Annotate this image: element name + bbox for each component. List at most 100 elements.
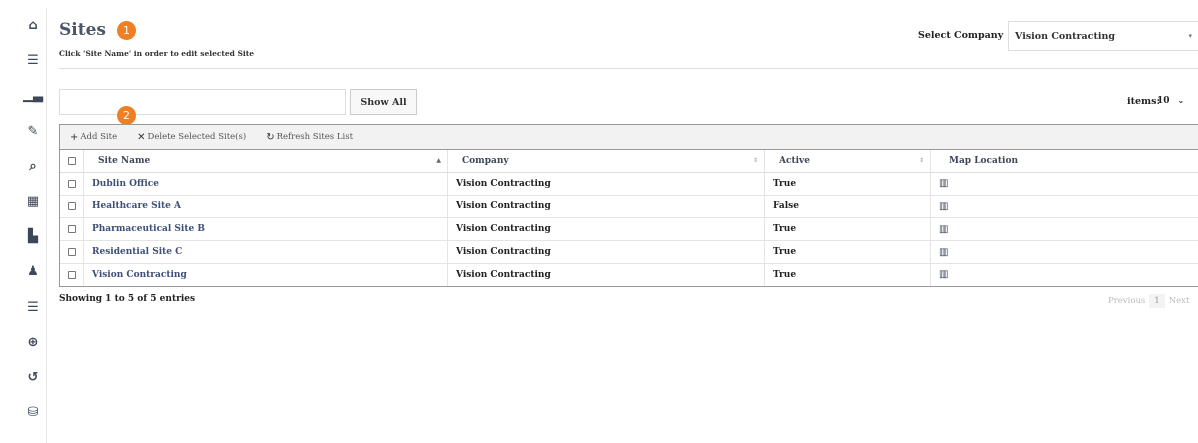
company-value: Vision Contracting [456, 224, 551, 235]
header-divider [59, 68, 1198, 69]
icon-rail: ⌂ ☰ ▁▃ ✎ ⌕ ▦ ▙ ♟ ☰ ⊕ ↺ ⛁ [22, 8, 44, 443]
active-value: True [773, 269, 797, 280]
site-name-cell: Dublin Office [84, 172, 448, 195]
site-name-cell: Healthcare Site A [84, 195, 448, 218]
map-cell: ▥ [931, 173, 1198, 195]
pagination: Previous 1 Next [1108, 294, 1189, 308]
active-cell: True [765, 172, 931, 195]
page-number-button[interactable]: 1 [1149, 294, 1165, 308]
plus-icon: + [70, 131, 79, 143]
site-name-link[interactable]: Vision Contracting [92, 270, 187, 280]
row-select-cell [60, 172, 84, 195]
list-icon[interactable]: ☰ [22, 43, 44, 78]
company-cell: Vision Contracting [448, 195, 765, 218]
building-icon[interactable]: ▙ [22, 219, 44, 254]
company-select-value: Vision Contracting [1015, 31, 1116, 42]
column-label: Company [462, 155, 509, 166]
select-company-label: Select Company [918, 30, 1004, 41]
table-row: Residential Site C Vision Contracting Tr… [60, 241, 1198, 264]
active-value: True [773, 178, 797, 189]
home-icon[interactable]: ⌂ [22, 8, 44, 43]
next-page-button[interactable]: Next [1169, 296, 1190, 306]
items-per-page-label: items: [1127, 96, 1160, 107]
sort-icon: ⇕ [752, 157, 758, 165]
company-cell: Vision Contracting [448, 263, 765, 286]
chevron-down-icon: ▾ [1188, 32, 1192, 40]
database-icon[interactable]: ⛁ [22, 395, 44, 430]
pencil-icon[interactable]: ✎ [22, 114, 44, 149]
company-value: Vision Contracting [456, 269, 551, 280]
refresh-sites-label: Refresh Sites List [276, 132, 353, 142]
row-checkbox[interactable] [67, 248, 76, 257]
step-marker-1: 1 [117, 21, 136, 40]
items-per-page-value: 10 [1157, 96, 1170, 106]
page-subtitle: Click 'Site Name' in order to edit selec… [59, 49, 255, 58]
company-cell: Vision Contracting [448, 241, 765, 263]
rail-divider [46, 8, 47, 443]
add-site-label: Add Site [80, 132, 118, 142]
map-cell: ▥ [931, 196, 1198, 218]
delete-sites-label: Delete Selected Site(s) [147, 132, 247, 142]
search-input[interactable] [59, 89, 346, 115]
column-label: Site Name [98, 155, 151, 166]
delete-sites-button[interactable]: ✕ Delete Selected Site(s) [137, 132, 246, 143]
row-checkbox[interactable] [67, 179, 76, 188]
globe-icon[interactable]: ⊕ [22, 325, 44, 360]
close-icon: ✕ [137, 131, 146, 143]
site-name-link[interactable]: Dublin Office [92, 179, 159, 189]
company-cell: Vision Contracting [448, 218, 765, 241]
company-value: Vision Contracting [456, 178, 551, 189]
row-select-cell [60, 195, 84, 218]
row-select-cell [60, 263, 84, 286]
calculator-icon[interactable]: ▦ [22, 184, 44, 219]
select-all-checkbox[interactable] [67, 156, 76, 165]
sort-asc-icon: ▲ [436, 157, 441, 165]
refresh-sites-button[interactable]: ↻ Refresh Sites List [266, 132, 353, 143]
row-select-cell [60, 241, 84, 263]
bar-chart-icon[interactable]: ▁▃ [22, 78, 44, 113]
company-cell: Vision Contracting [448, 172, 765, 195]
map-cell: ▥ [931, 241, 1198, 263]
add-site-button[interactable]: + Add Site [70, 132, 117, 143]
map-cell: ▥ [931, 218, 1198, 240]
site-name-link[interactable]: Residential Site C [92, 247, 182, 257]
active-cell: False [765, 195, 931, 218]
table-row: Vision Contracting Vision Contracting Tr… [60, 263, 1198, 287]
active-cell: True [765, 218, 931, 241]
history-icon[interactable]: ↺ [22, 360, 44, 395]
tasks-icon[interactable]: ☰ [22, 290, 44, 325]
user-icon[interactable]: ♟ [22, 254, 44, 289]
table-row: Dublin Office Vision Contracting True ▥ [60, 172, 1198, 196]
row-checkbox[interactable] [67, 202, 76, 211]
column-header-site-name[interactable]: Site Name ▲ [84, 150, 448, 172]
show-all-button[interactable]: Show All [350, 89, 417, 115]
map-icon[interactable]: ▥ [939, 224, 948, 235]
row-select-cell [60, 218, 84, 241]
site-name-cell: Vision Contracting [84, 263, 448, 286]
row-checkbox[interactable] [67, 270, 76, 279]
row-checkbox[interactable] [67, 225, 76, 234]
site-name-cell: Pharmaceutical Site B [84, 218, 448, 241]
previous-page-button[interactable]: Previous [1108, 296, 1145, 306]
page-title: Sites [59, 20, 106, 40]
table-row: Pharmaceutical Site B Vision Contracting… [60, 218, 1198, 242]
items-per-page-select[interactable]: 10 ⌄ [1157, 96, 1184, 106]
map-icon[interactable]: ▥ [939, 269, 948, 280]
active-value: True [773, 224, 797, 235]
map-icon[interactable]: ▥ [939, 247, 948, 258]
table-header-row: Site Name ▲ Company ⇕ Active ⇕ Map Locat… [60, 150, 1198, 173]
site-name-link[interactable]: Pharmaceutical Site B [92, 224, 205, 234]
company-value: Vision Contracting [456, 247, 551, 258]
column-header-company[interactable]: Company ⇕ [448, 150, 765, 172]
map-cell: ▥ [931, 264, 1198, 286]
search-icon[interactable]: ⌕ [22, 149, 44, 184]
map-icon[interactable]: ▥ [939, 201, 948, 212]
company-value: Vision Contracting [456, 201, 551, 212]
refresh-icon: ↻ [266, 131, 275, 143]
column-header-map-location[interactable]: Map Location [931, 150, 1198, 172]
company-select[interactable]: Vision Contracting ▾ [1008, 21, 1198, 51]
column-header-active[interactable]: Active ⇕ [765, 150, 931, 172]
active-value: False [773, 201, 799, 212]
map-icon[interactable]: ▥ [939, 178, 948, 189]
site-name-link[interactable]: Healthcare Site A [92, 201, 181, 211]
